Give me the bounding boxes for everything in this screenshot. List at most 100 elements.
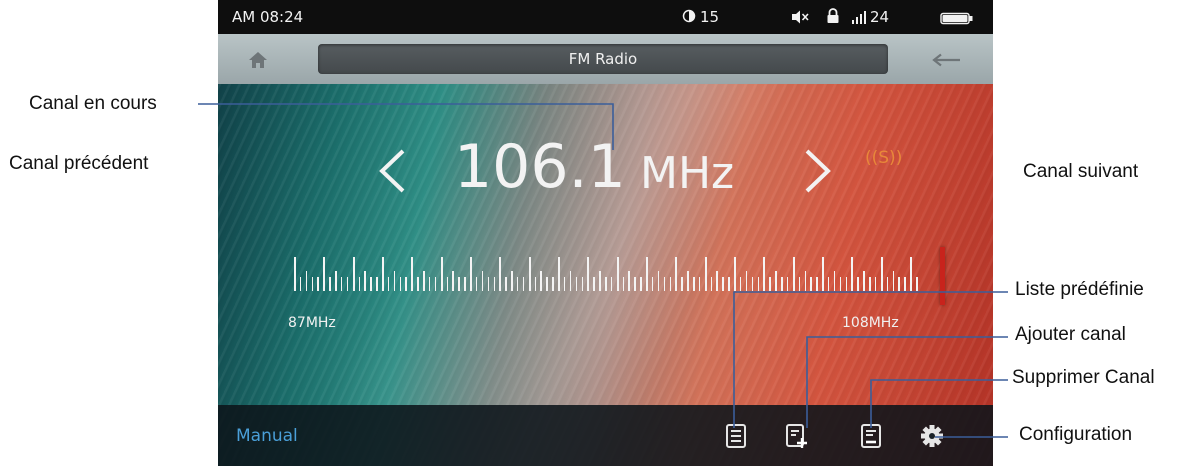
preset-list-icon[interactable]	[724, 423, 748, 449]
scale-tick	[382, 257, 385, 291]
scale-tick	[534, 277, 537, 291]
next-channel-button[interactable]	[802, 148, 834, 194]
scale-tick	[651, 277, 654, 291]
scale-tick	[892, 271, 895, 291]
scale-tick	[880, 257, 883, 291]
brightness-value: 15	[700, 8, 720, 26]
scale-tick	[452, 271, 454, 291]
scale-tick	[910, 257, 913, 291]
frequency-scale[interactable]	[294, 255, 918, 295]
scale-tick	[393, 271, 396, 291]
home-icon[interactable]	[248, 51, 268, 69]
scale-tick	[323, 257, 326, 291]
mode-label[interactable]: Manual	[236, 426, 298, 446]
scale-tick	[734, 257, 737, 291]
callout-delete-channel: Supprimer Canal	[1012, 367, 1155, 388]
callout-configuration: Configuration	[1019, 424, 1133, 445]
scale-tick	[657, 271, 660, 291]
scale-tick	[827, 277, 830, 291]
scale-tick	[845, 277, 848, 291]
delete-channel-icon[interactable]	[859, 423, 883, 449]
scale-tick	[698, 277, 701, 291]
scale-tick	[716, 271, 718, 291]
scale-tick	[405, 277, 407, 291]
scale-tick	[305, 271, 308, 291]
stereo-indicator: ((S))	[865, 148, 903, 168]
previous-channel-button[interactable]	[376, 148, 408, 194]
scale-tick	[634, 277, 636, 291]
scale-tick	[722, 277, 724, 291]
scale-tick	[522, 277, 525, 291]
scale-tick	[387, 277, 390, 291]
scale-min-label: 87MHz	[288, 315, 336, 331]
callout-next-channel: Canal suivant	[1023, 161, 1139, 182]
tuner-pointer[interactable]	[939, 247, 945, 305]
scale-tick	[516, 277, 519, 291]
scale-tick	[311, 277, 314, 291]
callout-previous-channel: Canal précédent	[9, 153, 149, 174]
scale-tick	[745, 271, 748, 291]
scale-tick	[804, 271, 806, 291]
scale-tick	[317, 277, 319, 291]
scale-tick	[340, 277, 343, 291]
scale-tick	[434, 277, 437, 291]
scale-tick	[610, 277, 613, 291]
scale-tick	[646, 257, 649, 291]
scale-tick	[487, 277, 490, 291]
scale-tick	[440, 257, 443, 291]
callout-preset-list: Liste prédéfinie	[1015, 279, 1144, 300]
scale-tick	[874, 277, 877, 291]
scale-tick	[505, 277, 507, 291]
scale-tick	[546, 277, 548, 291]
scale-tick	[587, 257, 590, 291]
scale-tick	[763, 257, 766, 291]
scale-tick	[739, 277, 742, 291]
scale-tick	[810, 277, 812, 291]
scale-tick	[411, 257, 414, 291]
scale-tick	[675, 257, 678, 291]
scale-tick	[798, 277, 801, 291]
scale-tick	[693, 277, 695, 291]
scale-tick	[710, 277, 713, 291]
scale-tick	[370, 277, 372, 291]
scale-tick	[446, 277, 449, 291]
scale-tick	[916, 277, 918, 291]
scale-tick	[822, 257, 825, 291]
status-bar: AM 08:24 15 24	[218, 0, 993, 34]
scale-tick	[329, 277, 331, 291]
scale-tick	[294, 257, 296, 291]
scale-tick	[470, 257, 473, 291]
scale-tick	[786, 277, 789, 291]
scale-tick	[751, 277, 754, 291]
scale-tick	[622, 277, 625, 291]
scale-tick	[464, 277, 466, 291]
scale-tick	[423, 271, 425, 291]
scale-tick	[346, 277, 349, 291]
add-channel-icon[interactable]	[784, 423, 808, 449]
scale-tick	[833, 271, 836, 291]
scale-tick	[511, 271, 513, 291]
signal-value: 24	[870, 8, 890, 26]
scale-tick	[857, 277, 859, 291]
scale-tick	[616, 257, 619, 291]
scale-tick	[569, 271, 572, 291]
page-title: FM Radio	[568, 50, 638, 68]
scale-tick	[704, 257, 707, 291]
scale-tick	[663, 277, 666, 291]
scale-tick	[781, 277, 783, 291]
lock-icon	[826, 8, 840, 24]
signal-icon	[851, 10, 867, 24]
scale-tick	[839, 277, 842, 291]
scale-tick	[728, 277, 730, 291]
frequency-value: 106.1	[454, 132, 626, 202]
brightness-icon	[682, 9, 696, 23]
scale-tick	[904, 277, 906, 291]
scale-tick	[640, 277, 642, 291]
scale-tick	[528, 257, 531, 291]
scale-tick	[335, 271, 337, 291]
scale-tick	[364, 271, 366, 291]
scale-tick	[458, 277, 460, 291]
scale-tick	[816, 277, 818, 291]
back-arrow-icon[interactable]	[931, 53, 961, 67]
settings-gear-icon[interactable]	[920, 423, 944, 449]
